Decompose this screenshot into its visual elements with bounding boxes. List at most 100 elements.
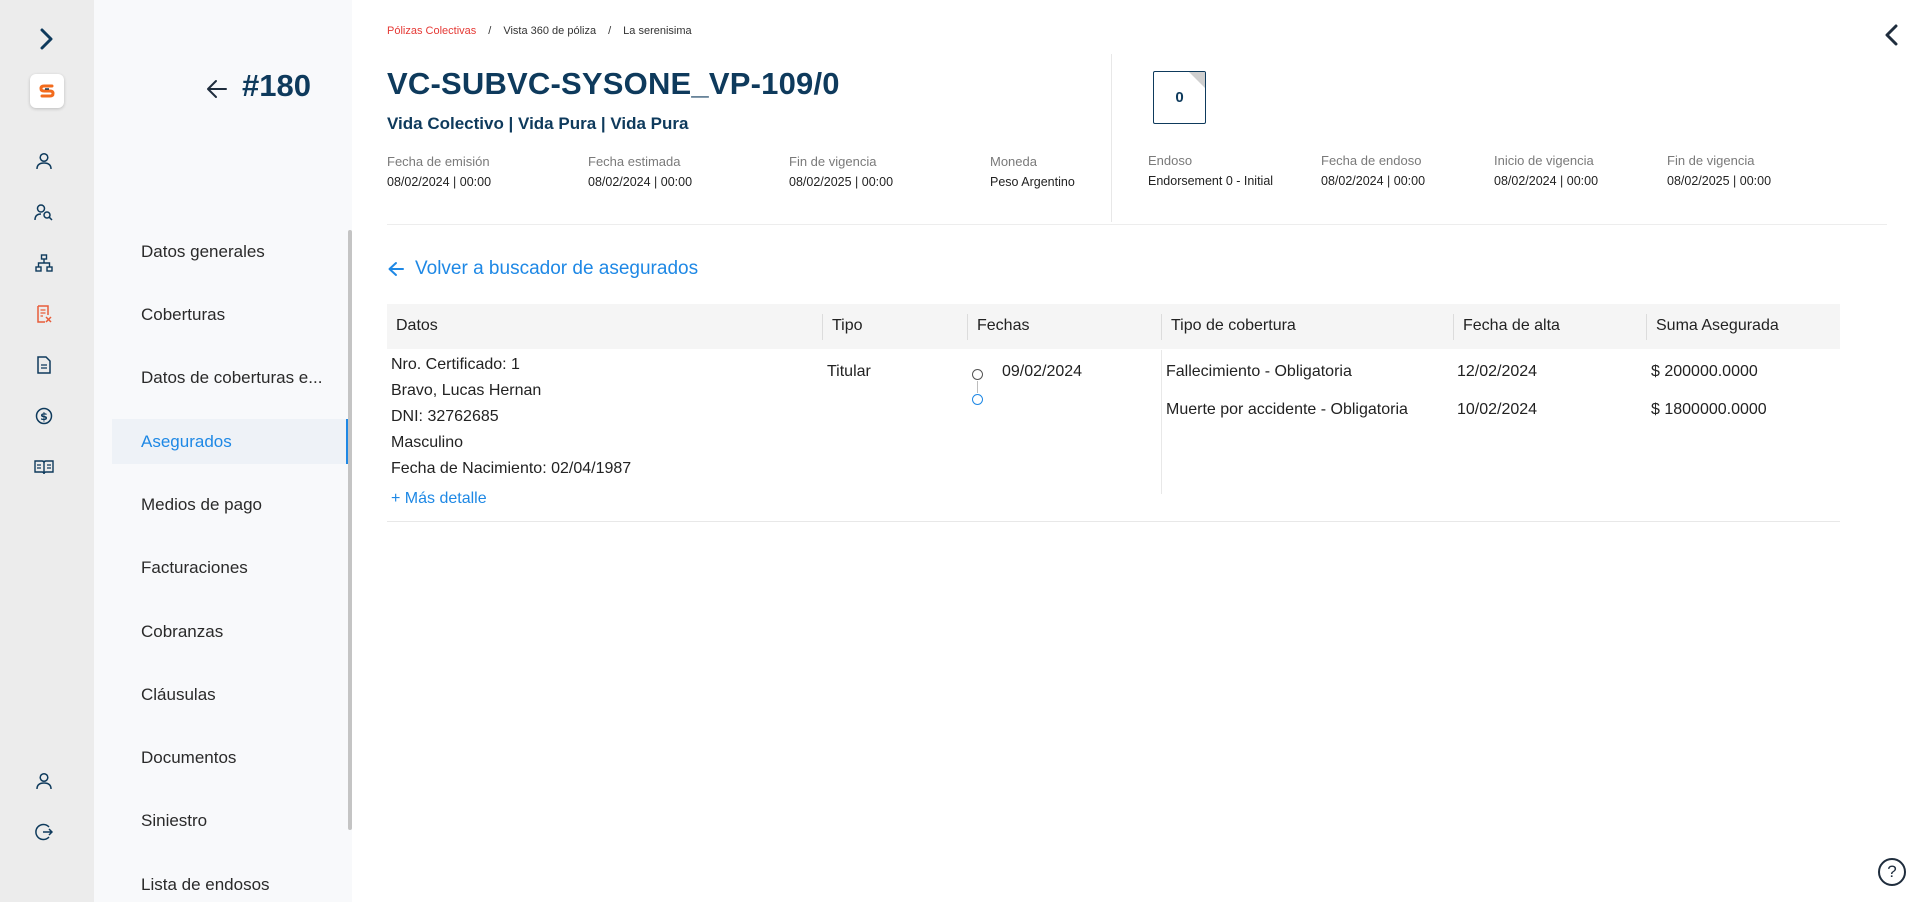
- column-header-datos: Datos: [396, 317, 438, 334]
- insured-table-header: Datos Tipo Fechas Tipo de cobertura Fech…: [387, 304, 1840, 349]
- meta-value: 08/02/2024 | 00:00: [1494, 174, 1599, 188]
- hierarchy-icon[interactable]: [34, 253, 54, 273]
- help-icon[interactable]: ?: [1878, 858, 1906, 886]
- cell-cobertura-fecha-alta: 12/02/2024: [1457, 363, 1538, 380]
- meta-endoso: Endoso Endorsement 0 - Initial: [1148, 153, 1273, 188]
- breadcrumb-separator: /: [488, 25, 492, 37]
- nav-item-coberturas[interactable]: Coberturas: [141, 305, 341, 325]
- policy-doc-icon[interactable]: [34, 304, 54, 324]
- nav-item-siniestro[interactable]: Siniestro: [141, 811, 341, 831]
- column-separator: [967, 314, 968, 340]
- nav-item-datos-coberturas[interactable]: Datos de coberturas e...: [141, 368, 341, 388]
- logout-icon[interactable]: [34, 822, 54, 842]
- header-bottom-divider: [387, 224, 1887, 225]
- meta-value: 08/02/2024 | 00:00: [588, 175, 693, 189]
- chevron-right-icon[interactable]: [36, 26, 58, 52]
- column-header-suma-asegurada: Suma Asegurada: [1656, 317, 1779, 334]
- meta-fin-vigencia: Fin de vigencia 08/02/2025 | 00:00: [789, 154, 893, 189]
- meta-label: Moneda: [990, 154, 1037, 169]
- column-header-tipo: Tipo: [832, 317, 863, 334]
- column-header-tipo-cobertura: Tipo de cobertura: [1171, 317, 1296, 334]
- row-divider: [387, 521, 1840, 522]
- nav-item-clausulas[interactable]: Cláusulas: [141, 685, 341, 705]
- column-header-fechas: Fechas: [977, 317, 1030, 334]
- book-icon[interactable]: [34, 457, 54, 477]
- nav-item-cobranzas[interactable]: Cobranzas: [141, 622, 341, 642]
- cell-fecha-nacimiento: Fecha de Nacimiento: 02/04/1987: [391, 460, 632, 477]
- nav-item-asegurados[interactable]: Asegurados: [141, 432, 341, 452]
- cell-fecha: 09/02/2024: [1002, 363, 1083, 380]
- nav-item-datos-generales[interactable]: Datos generales: [141, 242, 341, 262]
- meta-inicio-vigencia: Inicio de vigencia 08/02/2024 | 00:00: [1494, 153, 1598, 188]
- meta-fecha-estimada: Fecha estimada 08/02/2024 | 00:00: [588, 154, 692, 189]
- meta-label: Fecha de emisión: [387, 154, 490, 169]
- breadcrumb-item-polizas[interactable]: Pólizas Colectivas: [387, 25, 476, 37]
- cell-tipo: Titular: [827, 363, 871, 380]
- meta-fin-vigencia-endoso: Fin de vigencia 08/02/2025 | 00:00: [1667, 153, 1771, 188]
- arrow-left-icon: [388, 262, 404, 276]
- chevron-left-icon[interactable]: [1884, 24, 1904, 48]
- back-to-search-link[interactable]: Volver a buscador de asegurados: [387, 258, 698, 280]
- column-separator: [1646, 314, 1647, 340]
- more-detail-link[interactable]: + Más detalle: [391, 490, 487, 508]
- policy-number: #180: [242, 68, 311, 103]
- cell-sexo: Masculino: [391, 434, 464, 451]
- main-content: Pólizas Colectivas / Vista 360 de póliza / L…: [352, 0, 1920, 902]
- meta-label: Fecha de endoso: [1321, 153, 1422, 168]
- header-divider: [1111, 54, 1112, 222]
- cell-cobertura-suma: $ 200000.0000: [1651, 363, 1758, 380]
- meta-fecha-endoso: Fecha de endoso 08/02/2024 | 00:00: [1321, 153, 1425, 188]
- timeline-dot: [972, 369, 983, 380]
- badge-corner: [1188, 72, 1205, 89]
- meta-value: 08/02/2024 | 00:00: [1321, 174, 1426, 188]
- meta-value: 08/02/2025 | 00:00: [1667, 174, 1772, 188]
- back-arrow-icon[interactable]: [206, 78, 228, 100]
- endorsement-badge-value: 0: [1175, 89, 1184, 106]
- breadcrumb-item-vista[interactable]: Vista 360 de póliza: [503, 25, 596, 37]
- meta-value: 08/02/2024 | 00:00: [387, 175, 492, 189]
- column-separator: [1453, 314, 1454, 340]
- cell-cobertura-tipo: Muerte por accidente - Obligatoria: [1166, 401, 1408, 418]
- nav-item-documentos[interactable]: Documentos: [141, 748, 341, 768]
- svg-text:$: $: [40, 410, 48, 423]
- meta-label: Fecha estimada: [588, 154, 681, 169]
- meta-label: Inicio de vigencia: [1494, 153, 1594, 168]
- meta-label: Fin de vigencia: [1667, 153, 1755, 168]
- nav-item-lista-de-endosos[interactable]: Lista de endosos: [141, 875, 341, 895]
- meta-value: Endorsement 0 - Initial: [1148, 174, 1274, 188]
- page-subtitle: Vida Colectivo | Vida Pura | Vida Pura: [387, 114, 689, 133]
- endorsement-badge[interactable]: 0: [1153, 71, 1206, 124]
- meta-moneda: Moneda Peso Argentino: [990, 154, 1075, 189]
- meta-label: Fin de vigencia: [789, 154, 877, 169]
- back-to-search-label: Volver a buscador de asegurados: [415, 258, 699, 279]
- cell-cobertura-tipo: Fallecimiento - Obligatoria: [1166, 363, 1352, 380]
- meta-fecha-emision: Fecha de emisión 08/02/2024 | 00:00: [387, 154, 491, 189]
- page-title: VC-SUBVC-SYSONE_VP-109/0: [387, 66, 840, 101]
- cell-certificado: Nro. Certificado: 1: [391, 356, 520, 373]
- cell-dni: DNI: 32762685: [391, 408, 499, 425]
- document-icon[interactable]: [34, 355, 54, 375]
- dollar-icon[interactable]: $: [34, 406, 54, 426]
- column-separator: [1161, 314, 1162, 340]
- cell-nombre: Bravo, Lucas Hernan: [391, 382, 542, 399]
- user-icon[interactable]: [34, 151, 54, 171]
- icon-rail: $: [0, 0, 94, 902]
- users-search-icon[interactable]: [34, 202, 54, 222]
- timeline-dot-active: [972, 394, 983, 405]
- app-logo[interactable]: [30, 74, 64, 108]
- nav-item-medios-de-pago[interactable]: Medios de pago: [141, 495, 341, 515]
- nav-item-facturaciones[interactable]: Facturaciones: [141, 558, 341, 578]
- logo-icon: [39, 84, 55, 98]
- breadcrumb: Pólizas Colectivas / Vista 360 de póliza / L…: [387, 25, 692, 37]
- breadcrumb-separator: /: [608, 25, 612, 37]
- meta-value: 08/02/2025 | 00:00: [789, 175, 894, 189]
- meta-value: Peso Argentino: [990, 175, 1075, 189]
- policy-nav: #180 Datos generales Coberturas Datos de…: [94, 0, 352, 902]
- cell-cobertura-fecha-alta: 10/02/2024: [1457, 401, 1538, 418]
- profile-icon[interactable]: [34, 771, 54, 791]
- meta-label: Endoso: [1148, 153, 1193, 168]
- cell-cobertura-suma: $ 1800000.0000: [1651, 401, 1767, 418]
- coverage-separator: [1161, 350, 1162, 494]
- column-header-fecha-alta: Fecha de alta: [1463, 317, 1560, 334]
- timeline-line: [977, 381, 978, 393]
